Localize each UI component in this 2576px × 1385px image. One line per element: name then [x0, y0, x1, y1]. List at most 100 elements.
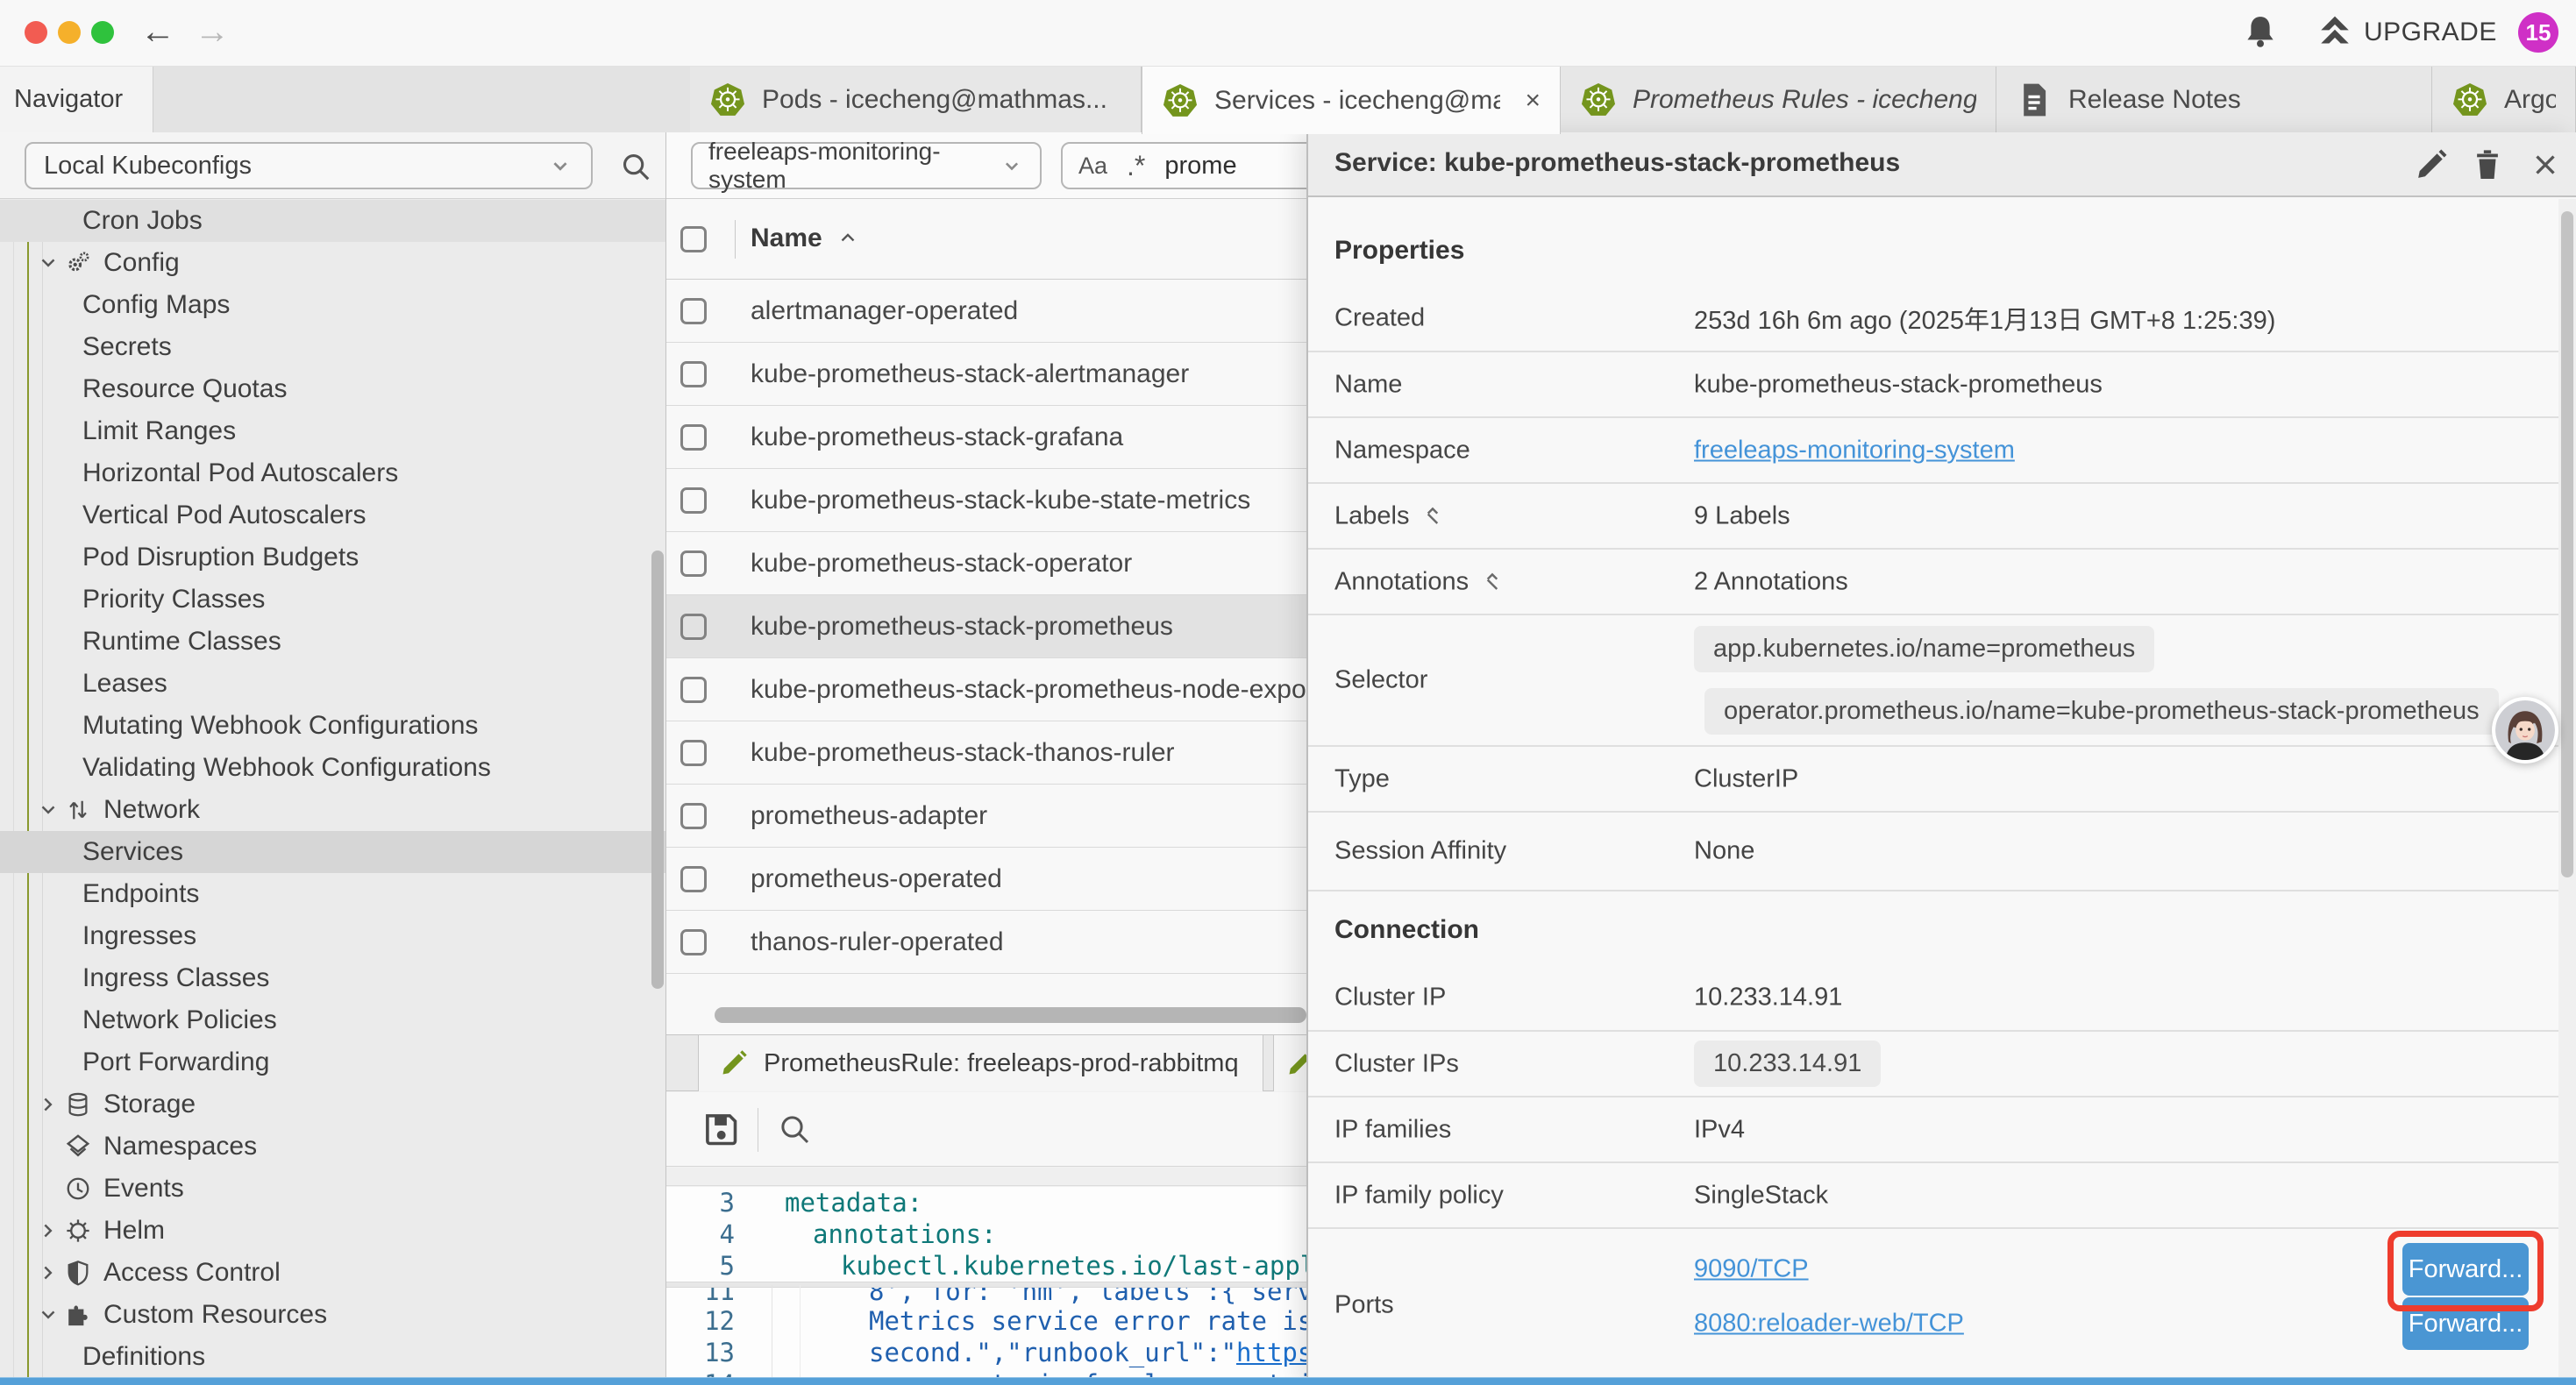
sidebar-item-namespaces[interactable]: Namespaces [0, 1126, 666, 1168]
table-row-kube-prometheus-stack-thanos-ruler[interactable]: kube-prometheus-stack-thanos-ruler [666, 721, 1306, 785]
sidebar-item-ingress-classes[interactable]: Ingress Classes [0, 957, 666, 999]
chevron-right-icon[interactable] [37, 1261, 60, 1284]
table-row-prometheus-adapter[interactable]: prometheus-adapter [666, 785, 1306, 848]
chevron-down-icon[interactable] [37, 1303, 60, 1326]
user-avatar[interactable] [2492, 697, 2558, 764]
chevron-down-icon[interactable] [37, 252, 60, 274]
sidebar-item-services[interactable]: Services [0, 831, 666, 873]
row-checkbox[interactable] [680, 424, 707, 451]
back-icon[interactable]: ← [140, 9, 175, 54]
upgrade-label[interactable]: UPGRADE [2364, 18, 2497, 47]
row-checkbox[interactable] [680, 677, 707, 703]
sidebar-item-priority-classes[interactable]: Priority Classes [0, 579, 666, 621]
sidebar-item-vertical-pod-autoscalers[interactable]: Vertical Pod Autoscalers [0, 494, 666, 536]
match-case-icon[interactable]: Aa [1078, 153, 1107, 180]
kubeconfig-selector[interactable]: Local Kubeconfigs [25, 142, 593, 189]
sidebar-item-pod-disruption-budgets[interactable]: Pod Disruption Budgets [0, 536, 666, 579]
row-checkbox[interactable] [680, 803, 707, 829]
sidebar-item-limit-ranges[interactable]: Limit Ranges [0, 410, 666, 452]
sidebar-item-storage[interactable]: Storage [0, 1083, 666, 1126]
table-row-alertmanager-operated[interactable]: alertmanager-operated [666, 280, 1306, 343]
sidebar-search-icon[interactable] [619, 150, 652, 188]
table-row-prometheus-operated[interactable]: prometheus-operated [666, 848, 1306, 911]
port-link[interactable]: 9090/TCP [1694, 1255, 1809, 1284]
tab-pods-icecheng-mathmas[interactable]: Pods - icecheng@mathmas... [690, 67, 1142, 132]
table-row-kube-prometheus-stack-grafana[interactable]: kube-prometheus-stack-grafana [666, 406, 1306, 469]
search-input[interactable]: Aa .* prome [1061, 142, 1306, 189]
row-checkbox[interactable] [680, 550, 707, 577]
close-window-icon[interactable] [25, 21, 47, 44]
sidebar-item-access-control[interactable]: Access Control [0, 1252, 666, 1294]
sidebar-item-custom-resources[interactable]: Custom Resources [0, 1294, 666, 1336]
notifications-bell-icon[interactable] [2243, 14, 2278, 53]
sidebar-item-config[interactable]: Config [0, 242, 666, 284]
tab-release-notes[interactable]: Release Notes [1996, 67, 2432, 132]
editor-tab-prometheusrule[interactable]: PrometheusRule: freeleaps-prod-rabbitmq [698, 1035, 1263, 1091]
minimize-window-icon[interactable] [58, 21, 81, 44]
row-checkbox[interactable] [680, 866, 707, 892]
sidebar-item-mutating-webhook-configurations[interactable]: Mutating Webhook Configurations [0, 705, 666, 747]
editor-tab-next[interactable] [1273, 1035, 1306, 1091]
sidebar-item-endpoints[interactable]: Endpoints [0, 873, 666, 915]
sidebar-item-network-policies[interactable]: Network Policies [0, 999, 666, 1041]
forward-button[interactable]: Forward... [2402, 1297, 2529, 1350]
sidebar-item-resource-quotas[interactable]: Resource Quotas [0, 368, 666, 410]
delete-trash-icon[interactable] [2471, 148, 2504, 181]
save-icon[interactable] [701, 1110, 740, 1153]
name-column-header[interactable]: Name [751, 224, 859, 253]
forward-icon[interactable]: → [195, 9, 230, 54]
edit-pencil-icon[interactable] [2415, 148, 2448, 181]
sidebar-item-port-forwarding[interactable]: Port Forwarding [0, 1041, 666, 1083]
regex-icon[interactable]: .* [1127, 150, 1145, 182]
chevron-right-icon[interactable] [37, 1093, 60, 1116]
editor-search-icon[interactable] [777, 1112, 812, 1151]
row-checkbox[interactable] [680, 614, 707, 640]
services-list-panel: freeleaps-monitoring-system Aa .* prome … [666, 132, 1306, 1385]
close-icon[interactable] [2529, 148, 2562, 181]
chevron-down-icon[interactable] [37, 799, 60, 821]
sidebar-item-leases[interactable]: Leases [0, 663, 666, 705]
close-tab-icon[interactable]: × [1525, 86, 1541, 116]
sort-updown-icon[interactable] [1421, 505, 1444, 528]
sidebar-item-cron-jobs[interactable]: Cron Jobs [0, 200, 666, 242]
table-row-kube-prometheus-stack-prometheus-node-expor[interactable]: kube-prometheus-stack-prometheus-node-ex… [666, 658, 1306, 721]
sort-updown-icon[interactable] [1481, 571, 1504, 593]
row-checkbox[interactable] [680, 298, 707, 324]
tab-argo-se[interactable]: Argo Se [2432, 67, 2576, 132]
table-row-kube-prometheus-stack-alertmanager[interactable]: kube-prometheus-stack-alertmanager [666, 343, 1306, 406]
sidebar-scrollbar[interactable] [651, 550, 664, 989]
sidebar-item-definitions[interactable]: Definitions [0, 1336, 666, 1378]
table-row-kube-prometheus-stack-kube-state-metrics[interactable]: kube-prometheus-stack-kube-state-metrics [666, 469, 1306, 532]
zoom-window-icon[interactable] [91, 21, 114, 44]
row-checkbox[interactable] [680, 740, 707, 766]
tab-services-icecheng-math[interactable]: Services - icecheng@math...× [1142, 67, 1561, 134]
tab-prometheus-rules-icecheng[interactable]: Prometheus Rules - icecheng... [1561, 67, 1996, 132]
upgrade-icon[interactable] [2316, 14, 2353, 55]
table-row-thanos-ruler-operated[interactable]: thanos-ruler-operated [666, 911, 1306, 974]
table-row-kube-prometheus-stack-prometheus[interactable]: kube-prometheus-stack-prometheus [666, 595, 1306, 658]
select-all-checkbox[interactable] [680, 226, 707, 252]
row-checkbox[interactable] [680, 929, 707, 955]
sidebar-item-validating-webhook-configurations[interactable]: Validating Webhook Configurations [0, 747, 666, 789]
namespace-link[interactable]: freeleaps-monitoring-system [1694, 436, 2015, 465]
sidebar-item-runtime-classes[interactable]: Runtime Classes [0, 621, 666, 663]
sidebar-item-config-maps[interactable]: Config Maps [0, 284, 666, 326]
port-link[interactable]: 8080:reloader-web/TCP [1694, 1310, 1964, 1339]
forward-button[interactable]: Forward... [2402, 1243, 2529, 1296]
navigator-panel-tab[interactable]: Navigator [0, 67, 153, 132]
sidebar-item-secrets[interactable]: Secrets [0, 326, 666, 368]
sidebar-item-horizontal-pod-autoscalers[interactable]: Horizontal Pod Autoscalers [0, 452, 666, 494]
row-checkbox[interactable] [680, 487, 707, 514]
sidebar-item-events[interactable]: Events [0, 1168, 666, 1210]
table-row-kube-prometheus-stack-operator[interactable]: kube-prometheus-stack-operator [666, 532, 1306, 595]
sidebar-item-network[interactable]: Network [0, 789, 666, 831]
sidebar-item-helm[interactable]: Helm [0, 1210, 666, 1252]
namespace-filter-select[interactable]: freeleaps-monitoring-system [691, 142, 1042, 189]
yaml-editor[interactable]: 3metadata:4annotations:5kubectl.kubernet… [666, 1187, 1306, 1385]
chevron-right-icon[interactable] [37, 1219, 60, 1242]
notification-count-badge[interactable]: 15 [2518, 12, 2558, 53]
horizontal-scrollbar[interactable] [715, 1007, 1306, 1023]
detail-scrollbar[interactable] [2561, 211, 2573, 877]
sidebar-item-ingresses[interactable]: Ingresses [0, 915, 666, 957]
row-checkbox[interactable] [680, 361, 707, 387]
